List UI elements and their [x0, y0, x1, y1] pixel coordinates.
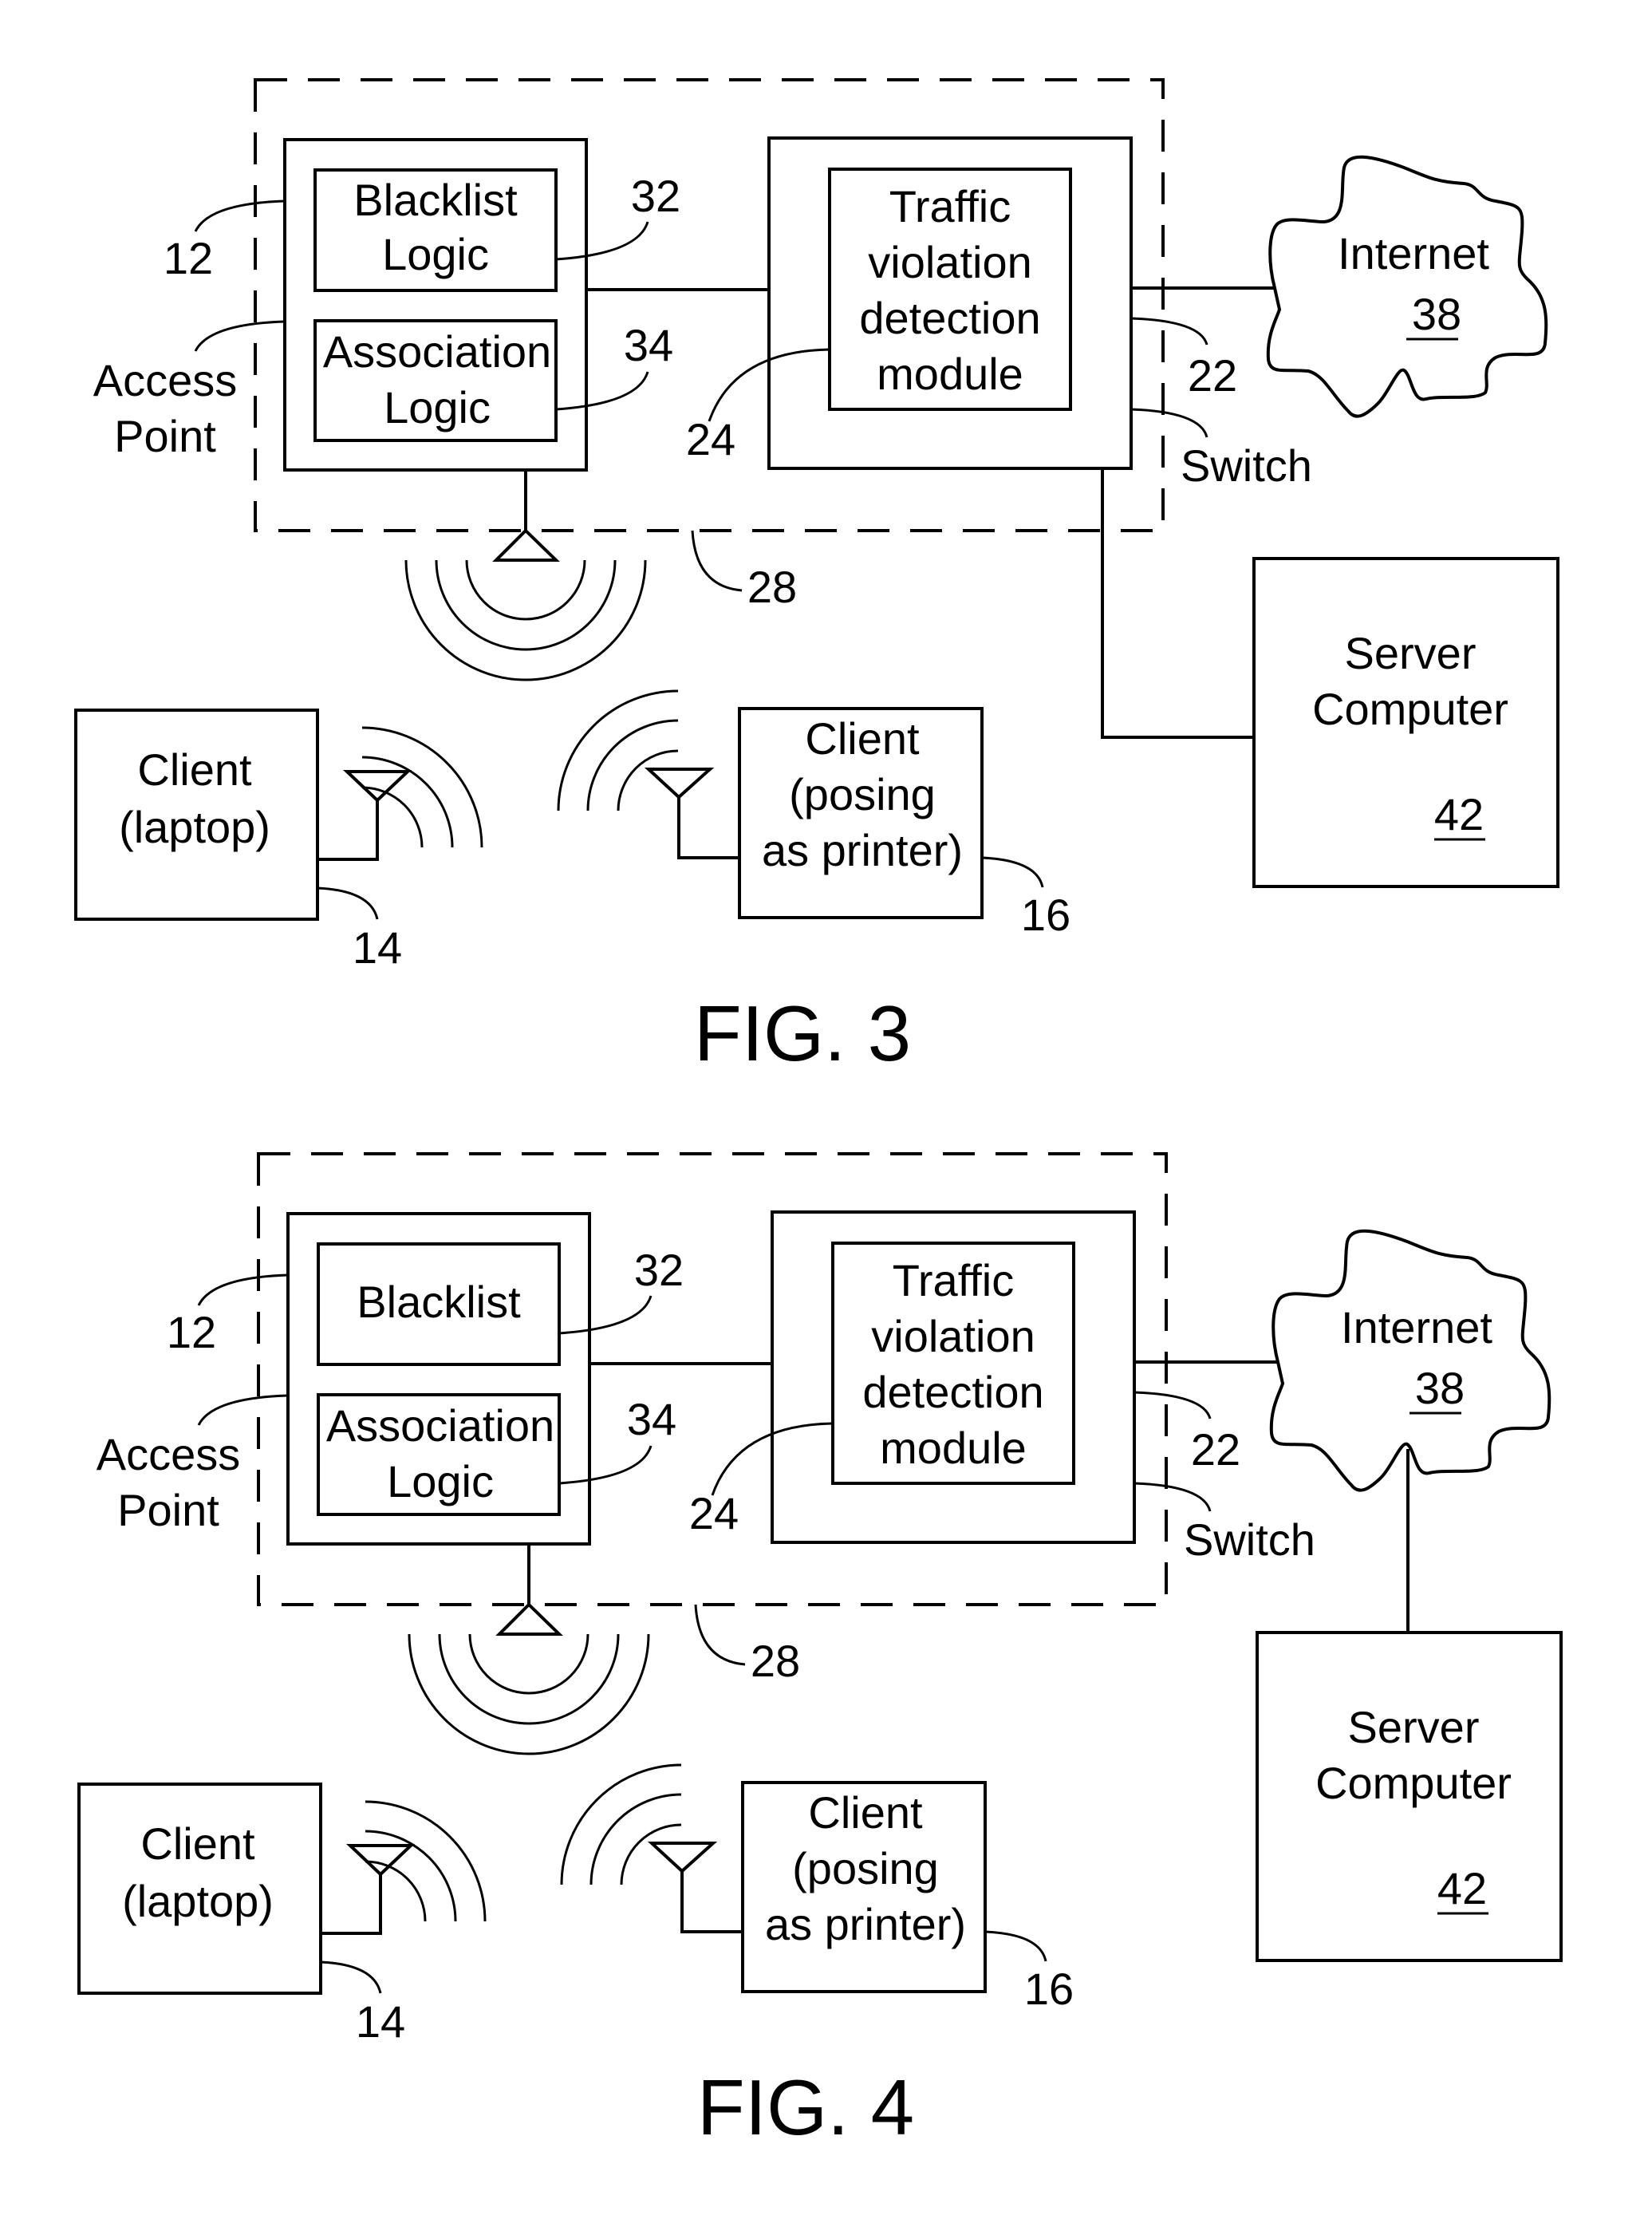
- ref-label-38: 38: [1415, 1363, 1465, 1413]
- ref-label-12: 12: [167, 1307, 216, 1357]
- printer-label-line-3: as printer): [765, 1899, 966, 1949]
- laptop-label-line-1: Client: [140, 1818, 255, 1869]
- ref-label-24: 24: [686, 414, 735, 464]
- ref-label-22: 22: [1191, 1424, 1240, 1475]
- module-label-line-1: Traffic: [889, 181, 1011, 231]
- laptop-label-line-2: (laptop): [122, 1876, 274, 1926]
- printer-label-line-3: as printer): [762, 825, 963, 875]
- ref-label-24: 24: [689, 1488, 739, 1538]
- association-label-line-2: Logic: [384, 382, 491, 432]
- server-label-line-2: Computer: [1315, 1758, 1512, 1808]
- access-point-label-line-1: Access: [97, 1429, 241, 1479]
- printer-label-line-2: (posing: [789, 769, 936, 819]
- module-label-line-2: violation: [871, 1311, 1035, 1361]
- printer-label-line-1: Client: [808, 1787, 923, 1838]
- ref-label-16: 16: [1024, 1964, 1074, 2014]
- ref-label-38: 38: [1412, 289, 1461, 339]
- server-label-line-1: Server: [1348, 1702, 1480, 1752]
- association-label-line-1: Association: [323, 326, 551, 377]
- figure-caption: FIG. 4: [697, 2063, 914, 2151]
- blacklist-label-line-1: Blacklist: [353, 175, 518, 225]
- blacklist-label-line-2: Logic: [382, 229, 489, 279]
- server-label-line-1: Server: [1345, 628, 1477, 678]
- ref-label-34: 34: [627, 1394, 676, 1444]
- module-label-line-1: Traffic: [893, 1255, 1014, 1305]
- ref-label-42: 42: [1434, 789, 1484, 839]
- patent-drawing-sheet: 28BlacklistLogicAssociationLogic12Access…: [0, 0, 1652, 2215]
- switch-label: Switch: [1184, 1514, 1315, 1565]
- module-label-line-3: detection: [859, 293, 1040, 343]
- figure-caption: FIG. 3: [694, 989, 911, 1077]
- laptop-label-line-2: (laptop): [119, 802, 270, 852]
- module-label-line-3: detection: [862, 1367, 1043, 1417]
- server-label-line-2: Computer: [1312, 684, 1508, 734]
- ref-label-28: 28: [751, 1636, 800, 1686]
- internet-label: Internet: [1338, 228, 1489, 278]
- association-label-line-1: Association: [326, 1400, 554, 1451]
- ref-label-16: 16: [1021, 890, 1070, 940]
- ref-label-14: 14: [353, 922, 402, 973]
- access-point-label-line-2: Point: [114, 411, 216, 461]
- module-label-line-2: violation: [868, 237, 1031, 287]
- ref-label-14: 14: [356, 1996, 405, 2047]
- ref-label-42: 42: [1437, 1863, 1487, 1913]
- ref-label-28: 28: [747, 562, 797, 612]
- ref-label-22: 22: [1188, 350, 1237, 401]
- ref-label-32: 32: [631, 171, 680, 221]
- ref-label-12: 12: [164, 233, 213, 283]
- ref-label-34: 34: [624, 320, 673, 370]
- association-label-line-2: Logic: [387, 1456, 494, 1506]
- module-label-line-4: module: [880, 1423, 1027, 1473]
- laptop-label-line-1: Client: [137, 744, 252, 795]
- internet-label: Internet: [1341, 1302, 1492, 1352]
- ref-label-32: 32: [634, 1245, 684, 1295]
- switch-label: Switch: [1181, 440, 1312, 491]
- module-label-line-4: module: [877, 349, 1023, 399]
- blacklist-label-line-1: Blacklist: [357, 1277, 521, 1327]
- access-point-label-line-2: Point: [117, 1485, 219, 1535]
- printer-label-line-1: Client: [805, 713, 920, 764]
- printer-label-line-2: (posing: [792, 1843, 939, 1893]
- access-point-label-line-1: Access: [93, 355, 238, 405]
